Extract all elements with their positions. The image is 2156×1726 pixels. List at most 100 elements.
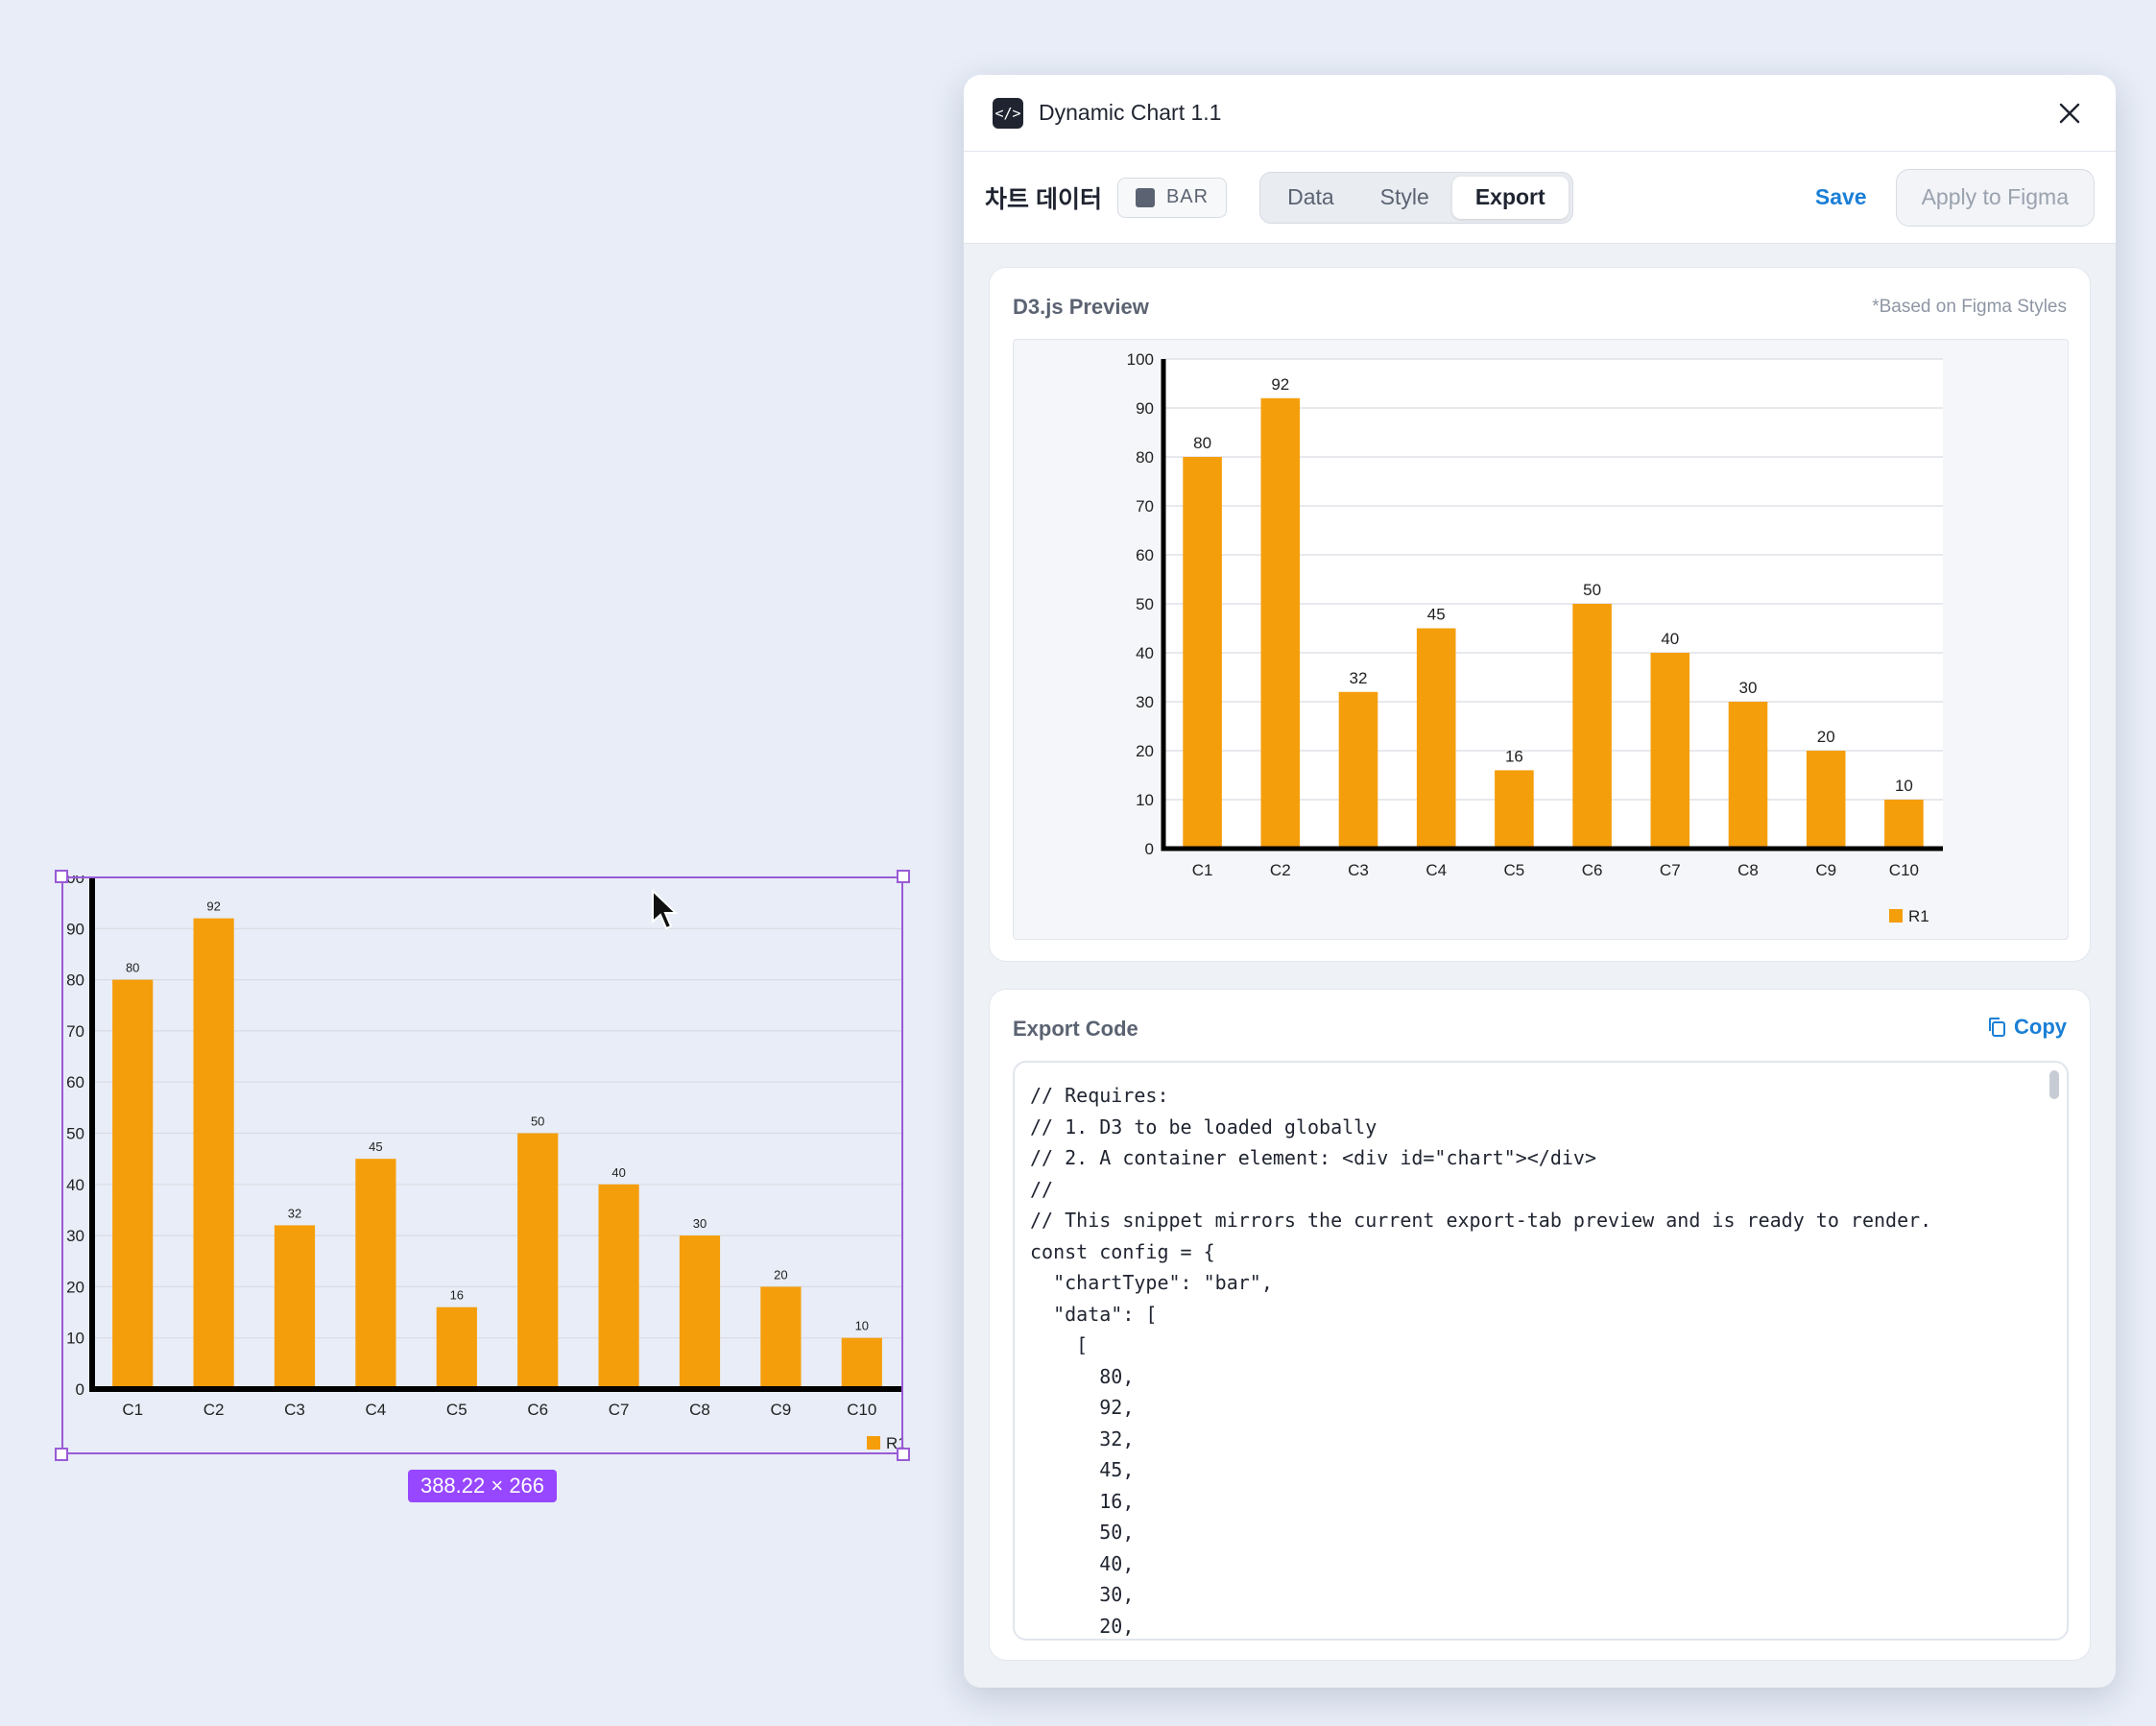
x-tick-label: C9	[1815, 861, 1836, 879]
title-bar: </> Dynamic Chart 1.1	[964, 75, 2116, 152]
data-label: 32	[288, 1206, 301, 1220]
bar-C4	[355, 1159, 396, 1389]
apply-to-figma-button[interactable]: Apply to Figma	[1895, 168, 2095, 227]
export-code-text: // Requires: // 1. D3 to be loaded globa…	[1030, 1084, 1932, 1638]
close-icon	[2059, 103, 2080, 123]
bar-C4	[1416, 628, 1456, 849]
y-tick-label: 50	[1136, 595, 1154, 613]
copy-icon	[1989, 1018, 2005, 1037]
data-label: 30	[1739, 679, 1758, 697]
y-tick-label: 10	[66, 1330, 84, 1348]
y-tick-label: 40	[1136, 644, 1154, 662]
y-tick-label: 70	[66, 1022, 84, 1041]
export-code-card: Export Code Copy // Requires: // 1. D3 t…	[989, 989, 2091, 1661]
y-tick-label: 20	[1136, 742, 1154, 760]
x-tick-label: C10	[1889, 861, 1919, 879]
bar-C6	[517, 1133, 559, 1389]
x-tick-label: C3	[1348, 861, 1369, 879]
bar-C7	[1650, 653, 1690, 849]
y-tick-label: 60	[1136, 546, 1154, 564]
bar-C8	[679, 1235, 721, 1389]
y-tick-label: 20	[66, 1278, 84, 1296]
x-tick-label: C8	[689, 1401, 710, 1419]
x-tick-label: C3	[284, 1401, 305, 1419]
bar-C3	[1338, 691, 1378, 849]
chart-data-label: 차트 데이터	[985, 185, 1102, 213]
plugin-panel: </> Dynamic Chart 1.1 차트 데이터 BAR Data St…	[964, 75, 2116, 1688]
data-label: 20	[1817, 728, 1835, 746]
data-label: 20	[774, 1267, 787, 1282]
save-button[interactable]: Save	[1815, 184, 1867, 210]
x-tick-label: C6	[527, 1401, 548, 1419]
x-tick-label: C4	[366, 1401, 387, 1419]
bar-C5	[436, 1306, 477, 1389]
code-scrollbar[interactable]	[2049, 1070, 2059, 1099]
y-tick-label: 10	[1136, 791, 1154, 809]
preview-frame: 0 10 20 30 40 50 60 70 80 90 100 80 C1 92 C2 32 C3 45 C4 16…	[1013, 339, 2069, 940]
data-label: 16	[450, 1288, 464, 1303]
bar-C7	[598, 1184, 639, 1389]
bar-chart-icon	[1135, 187, 1155, 207]
data-label: 45	[369, 1139, 382, 1154]
y-tick-label: 50	[66, 1124, 84, 1142]
data-label: 80	[1193, 434, 1211, 452]
x-tick-label: C7	[609, 1401, 630, 1419]
data-label: 50	[531, 1115, 544, 1129]
legend-swatch	[1889, 909, 1903, 923]
code-icon: </>	[993, 97, 1023, 129]
x-tick-label: C5	[446, 1401, 467, 1419]
x-tick-label: C1	[1192, 861, 1213, 879]
data-label: 10	[855, 1319, 869, 1333]
toolbar: 차트 데이터 BAR Data Style Export Save Apply …	[964, 152, 2116, 244]
y-tick-label: 0	[1145, 840, 1154, 858]
preview-bar-chart: 0 10 20 30 40 50 60 70 80 90 100 80 C1 92 C2 32 C3 45 C4 16…	[1127, 350, 1943, 925]
x-tick-label: C6	[1582, 861, 1603, 879]
x-tick-label: C4	[1425, 861, 1447, 879]
y-tick-label: 70	[1136, 497, 1154, 515]
selection-handle-top-right[interactable]	[897, 870, 910, 883]
data-label: 30	[693, 1216, 707, 1231]
bar-C2	[193, 918, 234, 1389]
mouse-pointer-icon	[652, 889, 679, 930]
x-tick-label: C1	[122, 1401, 143, 1419]
bar-C9	[1806, 751, 1846, 849]
close-button[interactable]	[2052, 96, 2087, 131]
y-tick-label: 30	[1136, 693, 1154, 711]
data-label: 40	[611, 1165, 625, 1180]
bar-C9	[760, 1286, 802, 1389]
bar-C1	[1183, 457, 1222, 849]
data-label: 80	[126, 961, 139, 975]
bar-C3	[274, 1225, 316, 1389]
tab-export[interactable]: Export	[1451, 176, 1569, 219]
y-tick-label: 90	[1136, 399, 1154, 418]
chart-type-chip[interactable]: BAR	[1116, 177, 1228, 218]
y-tick-label: 0	[76, 1380, 84, 1399]
preview-note: *Based on Figma Styles	[1872, 297, 2067, 317]
tab-style[interactable]: Style	[1357, 177, 1452, 219]
x-tick-label: C10	[847, 1401, 876, 1419]
selection-handle-bottom-right[interactable]	[897, 1448, 910, 1461]
x-tick-label: C2	[204, 1401, 225, 1419]
tab-group: Data Style Export	[1259, 171, 1573, 224]
code-editor[interactable]: // Requires: // 1. D3 to be loaded globa…	[1013, 1061, 2069, 1641]
x-tick-label: C9	[771, 1401, 792, 1419]
x-tick-label: C8	[1737, 861, 1759, 879]
y-tick-label: 80	[66, 971, 84, 990]
selection-handle-bottom-left[interactable]	[55, 1448, 68, 1461]
data-label: 92	[206, 899, 220, 914]
bar-C5	[1495, 770, 1534, 849]
tab-data[interactable]: Data	[1264, 177, 1357, 219]
bar-C10	[1884, 800, 1924, 849]
data-label: 40	[1661, 630, 1679, 648]
preview-title: D3.js Preview	[1013, 295, 1149, 319]
copy-button[interactable]: Copy	[1987, 1015, 2067, 1040]
selection-handle-top-left[interactable]	[55, 870, 68, 883]
bar-C1	[112, 979, 154, 1389]
legend-swatch	[867, 1436, 880, 1450]
y-tick-label: 40	[66, 1176, 84, 1194]
data-label: 45	[1427, 606, 1446, 624]
canvas-bar-chart[interactable]: 010203040506070809010080C192C232C345C416…	[60, 875, 904, 1456]
y-tick-label: 30	[66, 1227, 84, 1245]
data-label: 10	[1895, 777, 1913, 795]
export-code-title: Export Code	[1013, 1017, 1138, 1041]
